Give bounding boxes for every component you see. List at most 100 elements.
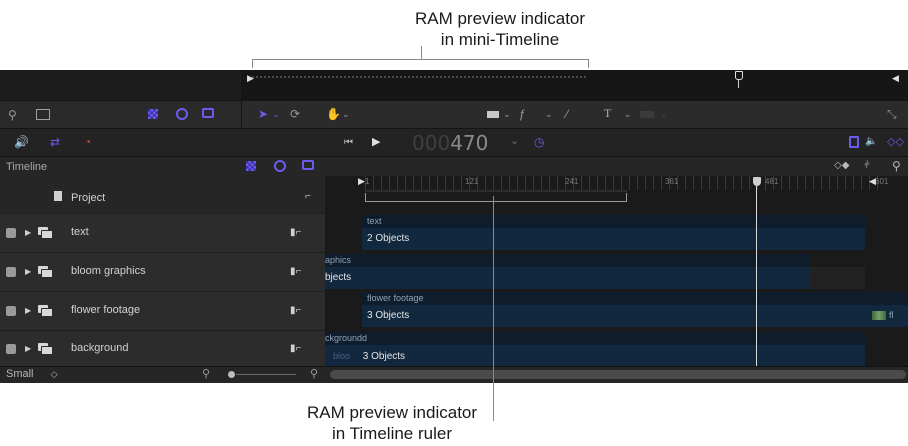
bottom-callout: RAM preview indicator in Timeline ruler	[272, 402, 512, 444]
paint-stroke-icon[interactable]: ⁄	[566, 107, 568, 121]
pan-hand-icon[interactable]: ✋	[326, 107, 341, 121]
shape-menu-icon[interactable]: ⌄	[503, 107, 511, 121]
keyframe-nav-icon[interactable]: ◇◆	[834, 159, 849, 173]
track-bloom-label[interactable]: aphics	[325, 254, 810, 267]
bezier-menu-icon[interactable]: ⌄	[545, 107, 553, 121]
layer-flower-disclosure-icon[interactable]: ▶	[25, 306, 31, 315]
audio-icon[interactable]: 🔊	[14, 135, 29, 149]
layer-name-background: background	[71, 342, 129, 354]
play-icon[interactable]: ▶	[372, 135, 380, 149]
track-bg-label-start: ckground	[325, 333, 363, 343]
mask-tool-icon[interactable]	[640, 111, 654, 118]
timeline-title: Timeline	[6, 161, 48, 173]
go-to-start-icon[interactable]: ⏮	[344, 136, 353, 150]
mini-timeline-play-range-in[interactable]: ▶	[247, 73, 254, 84]
expand-icon[interactable]: ⤡	[887, 107, 897, 121]
track-text-body[interactable]: 2 Objects	[362, 228, 865, 250]
top-callout-bracket-right	[588, 59, 589, 68]
layer-bloom-disclosure-icon[interactable]: ▶	[25, 267, 31, 276]
bottom-callout-line1: RAM preview indicator	[306, 403, 478, 422]
pan-menu-icon[interactable]: ⌄	[342, 107, 350, 121]
timeline-layers-icon[interactable]	[302, 160, 314, 170]
keyframes-icon[interactable]: ◇◇	[887, 135, 904, 149]
layer-flower-group-icon	[38, 305, 53, 317]
layer-bg-disclosure-icon[interactable]: ▶	[25, 344, 31, 353]
clock-icon[interactable]: ◷	[534, 135, 544, 149]
project-lock-icon[interactable]: ⌐	[305, 191, 311, 202]
speaker-icon[interactable]: 🔈	[865, 135, 877, 149]
layer-flower-checkbox[interactable]	[6, 306, 16, 316]
layer-row-background[interactable]: ▶ background ▮⌐	[0, 331, 325, 367]
filmstrip-icon[interactable]	[849, 136, 859, 148]
select-tool-menu-icon[interactable]: ⌄	[272, 107, 280, 121]
ruler-play-range-out[interactable]: ◀	[869, 176, 876, 187]
track-flower-label[interactable]: flower footage	[362, 292, 908, 305]
layer-text-disclosure-icon[interactable]: ▶	[25, 228, 31, 237]
panel-toggle-icon[interactable]	[36, 109, 50, 120]
record-icon[interactable]: ◔	[84, 135, 91, 149]
ruler-mark-121: 121	[465, 177, 479, 186]
timecode-display[interactable]: 000470	[412, 131, 488, 155]
size-select[interactable]: Small ◇	[6, 368, 58, 380]
top-callout: RAM preview indicator in mini-Timeline	[370, 8, 630, 50]
layer-flower-lock-icon[interactable]: ▮⌐	[290, 305, 301, 316]
track-flower-body[interactable]: 3 Objects	[362, 305, 908, 327]
timeline-zoom-icon[interactable]: ⚲	[892, 159, 901, 173]
mask-menu-icon[interactable]: ⌄	[660, 107, 668, 121]
select-tool-icon[interactable]: ➤	[258, 107, 268, 121]
track-bg-label[interactable]: ckgroundd	[325, 332, 865, 345]
mini-timeline-play-range-out[interactable]: ◀	[892, 73, 899, 84]
zoom-slider-knob[interactable]	[228, 371, 235, 378]
mini-timeline[interactable]	[241, 70, 908, 100]
layer-row-bloom[interactable]: ▶ bloom graphics ▮⌐	[0, 253, 325, 292]
layers-list: Project ⌐ ▶ text ▮⌐ ▶ bloom graphics ▮⌐ …	[0, 176, 325, 367]
layer-bg-checkbox[interactable]	[6, 344, 16, 354]
ruler-play-range-in[interactable]: ▶	[358, 176, 365, 187]
bezier-tool-icon[interactable]: ƒ	[519, 107, 526, 121]
layer-bloom-group-icon	[38, 266, 53, 278]
text-menu-icon[interactable]: ⌄	[624, 107, 632, 121]
timecode-menu-icon[interactable]: ⌄	[510, 134, 519, 148]
zoom-in-icon[interactable]: ⚲	[310, 367, 318, 381]
layer-name-flower: flower footage	[71, 304, 141, 316]
search-icon[interactable]: ⚲	[8, 108, 17, 122]
timeline-playhead-handle[interactable]	[753, 177, 761, 186]
layer-row-flower[interactable]: ▶ flower footage ▮⌐	[0, 292, 325, 331]
layer-bloom-lock-icon[interactable]: ▮⌐	[290, 266, 301, 277]
transform-tool-icon[interactable]: ⟳	[290, 107, 300, 121]
timeline-circle-icon[interactable]	[274, 160, 286, 172]
timeline-scrollbar[interactable]	[330, 370, 906, 379]
track-bg-body[interactable]: bloo 3 Objects	[325, 345, 865, 367]
circle-mask-icon[interactable]	[176, 108, 188, 120]
timeline-checker-icon[interactable]	[246, 161, 256, 171]
layer-bloom-checkbox[interactable]	[6, 267, 16, 277]
ruler-callout-bracket-left	[365, 193, 366, 202]
top-callout-bracket-left	[252, 59, 253, 68]
snap-icon[interactable]: ⫩	[864, 159, 870, 173]
bottom-callout-line2: in Timeline ruler	[332, 424, 452, 443]
project-doc-icon	[54, 191, 62, 201]
text-tool-icon[interactable]: T	[604, 106, 611, 120]
layer-text-lock-icon[interactable]: ▮⌐	[290, 227, 301, 238]
checker-icon[interactable]	[148, 109, 158, 119]
layer-name-text: text	[71, 226, 89, 238]
shape-tool-icon[interactable]	[487, 111, 499, 118]
track-bloom-body[interactable]: bjects	[325, 267, 810, 289]
timeline-ruler[interactable]: 1 121 241 361 481 601 ▶ ◀	[325, 176, 908, 213]
ruler-mark-361: 361	[665, 177, 679, 186]
loop-icon[interactable]: ⇄	[50, 135, 60, 149]
layer-row-project[interactable]: Project ⌐	[0, 176, 325, 214]
transport-bar: 🔊 ⇄ ◔ ⏮ ▶ 000470 ⌄ ◷ 🔈 ◇◇	[0, 128, 908, 157]
toolbar-left: ⚲	[0, 101, 242, 129]
track-bg-sub: bloo	[333, 351, 351, 361]
layer-bg-lock-icon[interactable]: ▮⌐	[290, 343, 301, 354]
track-bloom-tail	[810, 267, 865, 289]
layer-text-checkbox[interactable]	[6, 228, 16, 238]
track-text-label[interactable]: text	[362, 215, 865, 228]
layers-icon[interactable]	[202, 108, 214, 118]
zoom-slider-track[interactable]	[236, 374, 296, 375]
mini-timeline-playhead-icon[interactable]	[735, 71, 743, 80]
timecode-frame: 470	[450, 131, 489, 155]
zoom-out-icon[interactable]: ⚲	[202, 367, 210, 381]
layer-row-text[interactable]: ▶ text ▮⌐	[0, 214, 325, 253]
